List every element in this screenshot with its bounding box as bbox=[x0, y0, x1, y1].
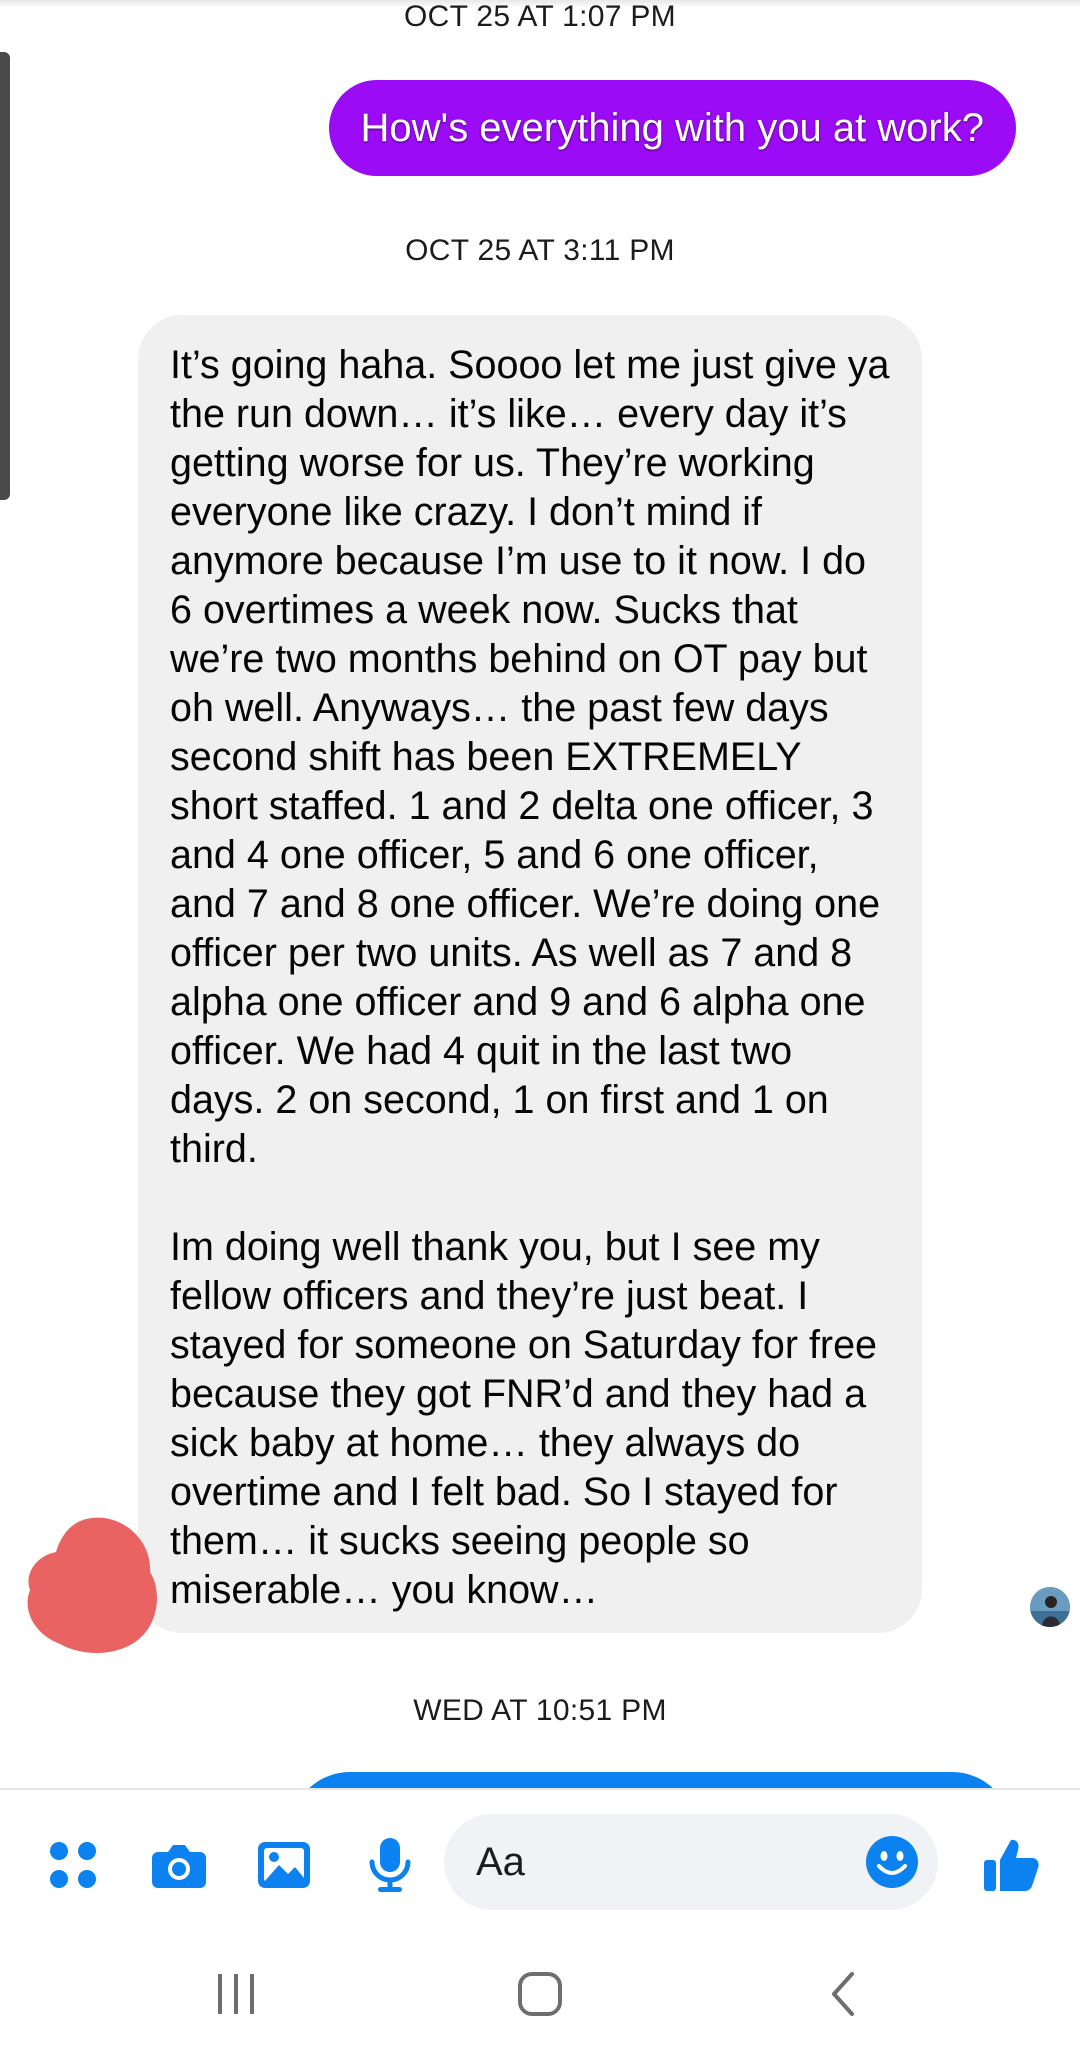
message-input-field[interactable] bbox=[444, 1814, 938, 1910]
redaction-blob bbox=[22, 1510, 162, 1656]
incoming-message-paragraph: Im doing well thank you, but I see my fe… bbox=[170, 1225, 878, 1612]
camera-icon[interactable] bbox=[150, 1836, 208, 1894]
scroll-handle[interactable] bbox=[0, 52, 10, 500]
timestamp-third: WED AT 10:51 PM bbox=[413, 1694, 667, 1727]
message-composer bbox=[0, 1788, 1080, 1936]
microphone-icon[interactable] bbox=[361, 1836, 419, 1894]
timestamp-first: OCT 25 AT 1:07 PM bbox=[404, 0, 676, 33]
apps-icon[interactable] bbox=[44, 1836, 102, 1894]
message-input[interactable] bbox=[476, 1836, 836, 1888]
incoming-message-paragraph: It’s going haha. Soooo let me just give … bbox=[170, 343, 890, 1171]
system-navigation-bar bbox=[0, 1936, 1080, 2055]
seen-avatar bbox=[1030, 1587, 1070, 1627]
home-icon[interactable] bbox=[510, 1964, 570, 2024]
timestamp-second: OCT 25 AT 3:11 PM bbox=[405, 234, 675, 267]
gallery-icon[interactable] bbox=[255, 1836, 313, 1894]
thumbs-up-icon[interactable] bbox=[982, 1836, 1040, 1894]
outgoing-message-bubble[interactable]: How's everything with you at work? bbox=[328, 80, 1016, 176]
recent-apps-icon[interactable] bbox=[206, 1964, 266, 2024]
back-icon[interactable] bbox=[814, 1964, 874, 2024]
emoji-icon[interactable] bbox=[864, 1834, 920, 1890]
incoming-message-bubble[interactable]: It’s going haha. Soooo let me just give … bbox=[138, 315, 922, 1633]
